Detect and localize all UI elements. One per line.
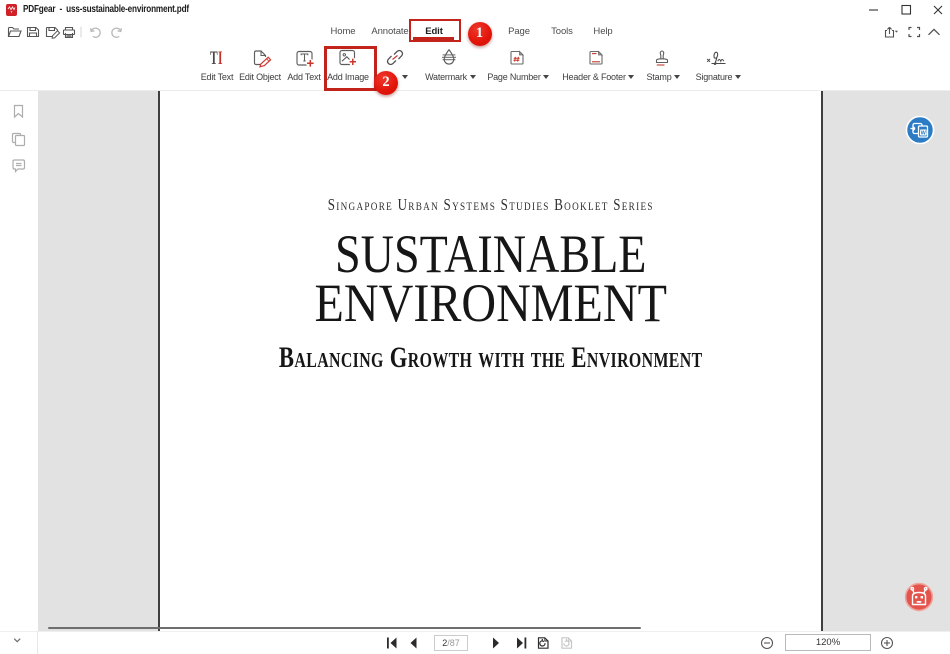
svg-text:W: W xyxy=(921,131,927,137)
